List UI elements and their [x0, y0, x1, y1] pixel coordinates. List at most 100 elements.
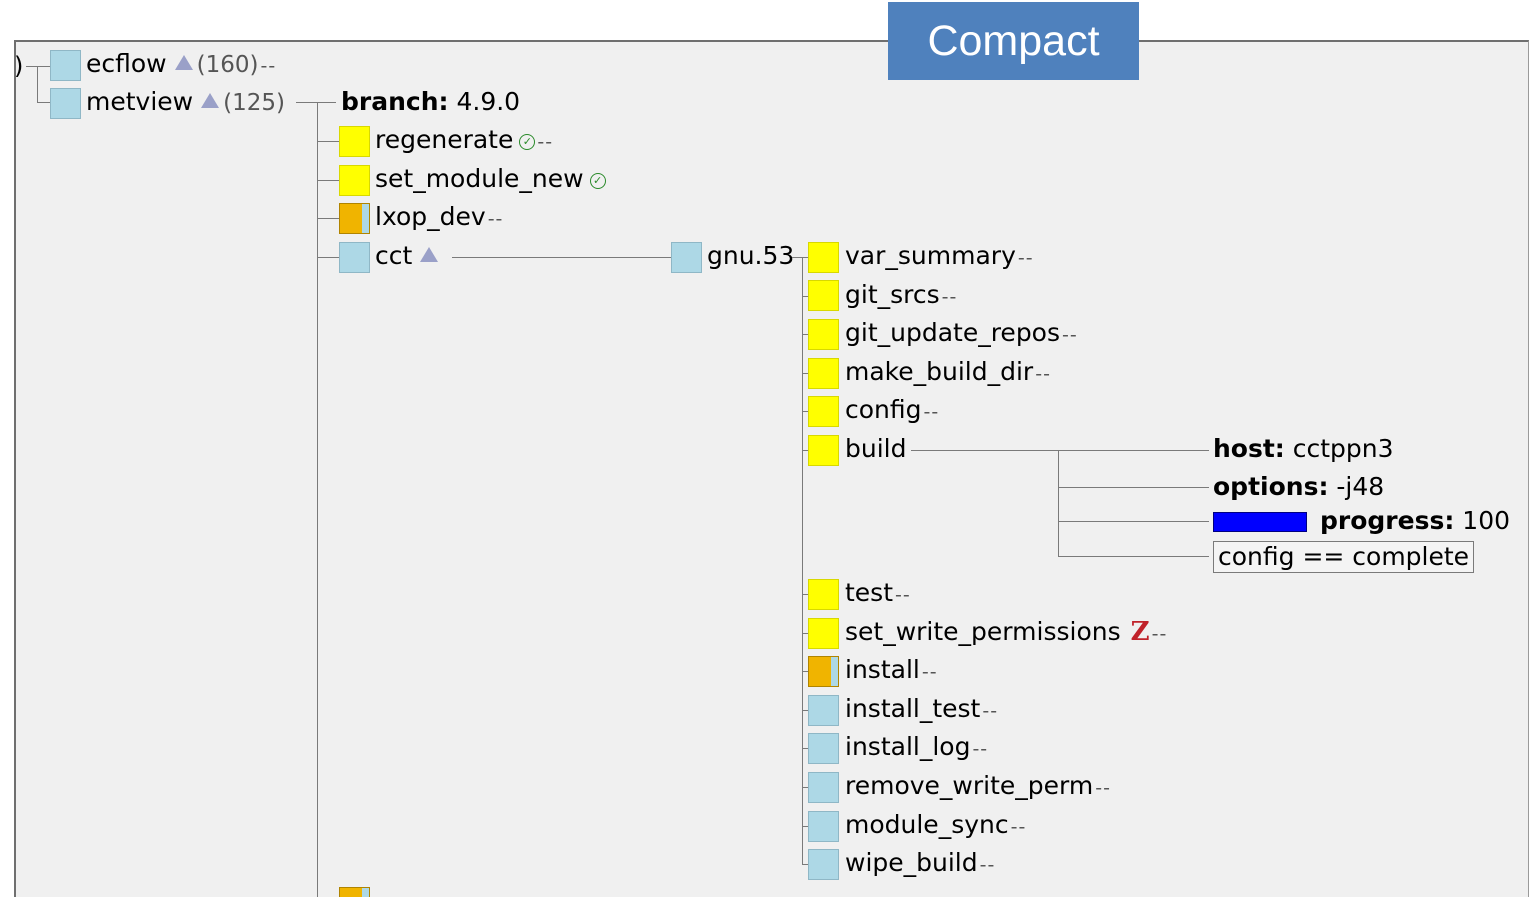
task-install[interactable]: install -- [845, 655, 938, 687]
regenerate-status-box[interactable] [339, 126, 370, 157]
family-label: gnu.53 [707, 241, 795, 270]
trigger-expression[interactable]: config == complete [1213, 541, 1475, 573]
dash-marker: -- [941, 286, 958, 308]
truncated-parent-glyph: ) [14, 52, 24, 80]
dash-marker: -- [487, 208, 504, 230]
suite-ecflow-label: ecflow [86, 49, 167, 78]
install-log-status-box[interactable] [808, 733, 839, 764]
variable-key: options: [1213, 472, 1329, 501]
wipe-build-status-box[interactable] [808, 849, 839, 880]
var-summary-status-box[interactable] [808, 242, 839, 273]
triangle-up-icon [174, 55, 193, 70]
dash-marker: -- [982, 700, 999, 722]
task-label: wipe_build [845, 848, 978, 877]
install-status-box[interactable] [808, 656, 839, 687]
task-label: make_build_dir [845, 357, 1034, 386]
task-config[interactable]: config -- [845, 395, 939, 427]
task-module-sync[interactable]: module_sync -- [845, 810, 1026, 842]
check-circle-icon: ✓ [589, 173, 606, 189]
triangle-up-icon [201, 93, 220, 108]
task-label: test [845, 578, 894, 607]
dash-marker: -- [1010, 816, 1027, 838]
task-label: install [845, 655, 920, 684]
dash-marker: -- [1062, 324, 1078, 346]
meter-value: 100 [1462, 506, 1511, 535]
module-sync-status-box[interactable] [808, 811, 839, 842]
task-label: regenerate [375, 125, 514, 154]
variable-value: -j48 [1336, 472, 1385, 501]
triangle-up-icon [420, 247, 439, 262]
dash-marker: -- [537, 131, 554, 153]
make-build-dir-status-box[interactable] [808, 358, 839, 389]
install-test-status-box[interactable] [808, 695, 839, 726]
task-set-module-new[interactable]: set_module_new ✓ [375, 164, 606, 194]
task-label: set_module_new [375, 164, 584, 193]
task-regenerate[interactable]: regenerate ✓ -- [375, 125, 553, 157]
variable-options[interactable]: options: -j48 [1213, 472, 1384, 502]
dash-marker: -- [921, 661, 938, 683]
family-label: cct [375, 241, 413, 270]
family-label: lxop_dev [375, 202, 486, 231]
dash-marker: -- [1017, 247, 1034, 269]
dash-marker: -- [895, 584, 911, 606]
build-status-box[interactable] [808, 435, 839, 466]
task-label: module_sync [845, 810, 1009, 839]
task-build[interactable]: build [845, 434, 906, 464]
family-cct[interactable]: cct [375, 241, 442, 271]
suite-metview-count: (125) [223, 90, 285, 116]
dash-marker: -- [1151, 623, 1168, 645]
task-wipe-build[interactable]: wipe_build -- [845, 848, 995, 880]
compact-label: Compact [888, 2, 1139, 80]
dash-marker: -- [972, 738, 989, 760]
task-label: install_log [845, 732, 971, 761]
task-install-log[interactable]: install_log -- [845, 732, 988, 764]
task-label: var_summary [845, 241, 1016, 270]
task-git-update-repos[interactable]: git_update_repos -- [845, 318, 1078, 350]
meter-progress[interactable]: progress: 100 [1320, 506, 1510, 536]
metview-status-box[interactable] [50, 88, 81, 119]
variable-value: cctppn3 [1292, 434, 1394, 463]
suite-metview[interactable]: metview (125) [86, 87, 285, 118]
cct-status-box[interactable] [339, 242, 370, 273]
lxop-dev-status-box[interactable] [339, 203, 370, 234]
task-label: git_srcs [845, 280, 940, 309]
task-label: set_write_permissions [845, 617, 1121, 646]
task-install-test[interactable]: install_test -- [845, 694, 998, 726]
task-label: remove_write_perm [845, 771, 1094, 800]
git-srcs-status-box[interactable] [808, 280, 839, 311]
task-set-write-permissions[interactable]: set_write_permissions Z -- [845, 617, 1167, 649]
variable-value: 4.9.0 [456, 87, 521, 116]
dash-marker: -- [260, 55, 277, 77]
suite-ecflow[interactable]: ecflow (160) -- [86, 49, 276, 81]
meter-host[interactable]: host: cctppn3 [1213, 434, 1394, 464]
config-status-box[interactable] [808, 396, 839, 427]
family-lxop-dev[interactable]: lxop_dev -- [375, 202, 503, 234]
task-test[interactable]: test -- [845, 578, 911, 610]
cut-off-node-status-box[interactable] [339, 887, 370, 897]
gnu53-status-box[interactable] [671, 242, 702, 273]
variable-key: branch: [341, 87, 449, 116]
remove-write-perm-status-box[interactable] [808, 772, 839, 803]
variable-branch[interactable]: branch: 4.9.0 [341, 87, 520, 117]
progress-meter-bar [1213, 512, 1307, 532]
ecflow-status-box[interactable] [50, 50, 81, 81]
family-gnu53[interactable]: gnu.53 [707, 241, 794, 271]
suite-ecflow-count: (160) [196, 52, 259, 78]
task-var-summary[interactable]: var_summary -- [845, 241, 1034, 273]
task-label: install_test [845, 694, 981, 723]
set-module-new-status-box[interactable] [339, 165, 370, 196]
check-circle-icon: ✓ [519, 134, 536, 150]
node-tree-panel[interactable]: ) ecflow (160) -- metview (125) branch: 4.9… [14, 40, 1529, 897]
task-label: build [845, 434, 907, 463]
task-git-srcs[interactable]: git_srcs -- [845, 280, 957, 312]
set-write-permissions-status-box[interactable] [808, 618, 839, 649]
task-remove-write-perm[interactable]: remove_write_perm -- [845, 771, 1111, 803]
dash-marker: -- [1095, 777, 1111, 799]
task-make-build-dir[interactable]: make_build_dir -- [845, 357, 1051, 389]
dash-marker: -- [1035, 363, 1051, 385]
test-status-box[interactable] [808, 579, 839, 610]
dash-marker: -- [979, 854, 996, 876]
dash-marker: -- [923, 401, 940, 423]
variable-key: host: [1213, 434, 1285, 463]
git-update-repos-status-box[interactable] [808, 319, 839, 350]
